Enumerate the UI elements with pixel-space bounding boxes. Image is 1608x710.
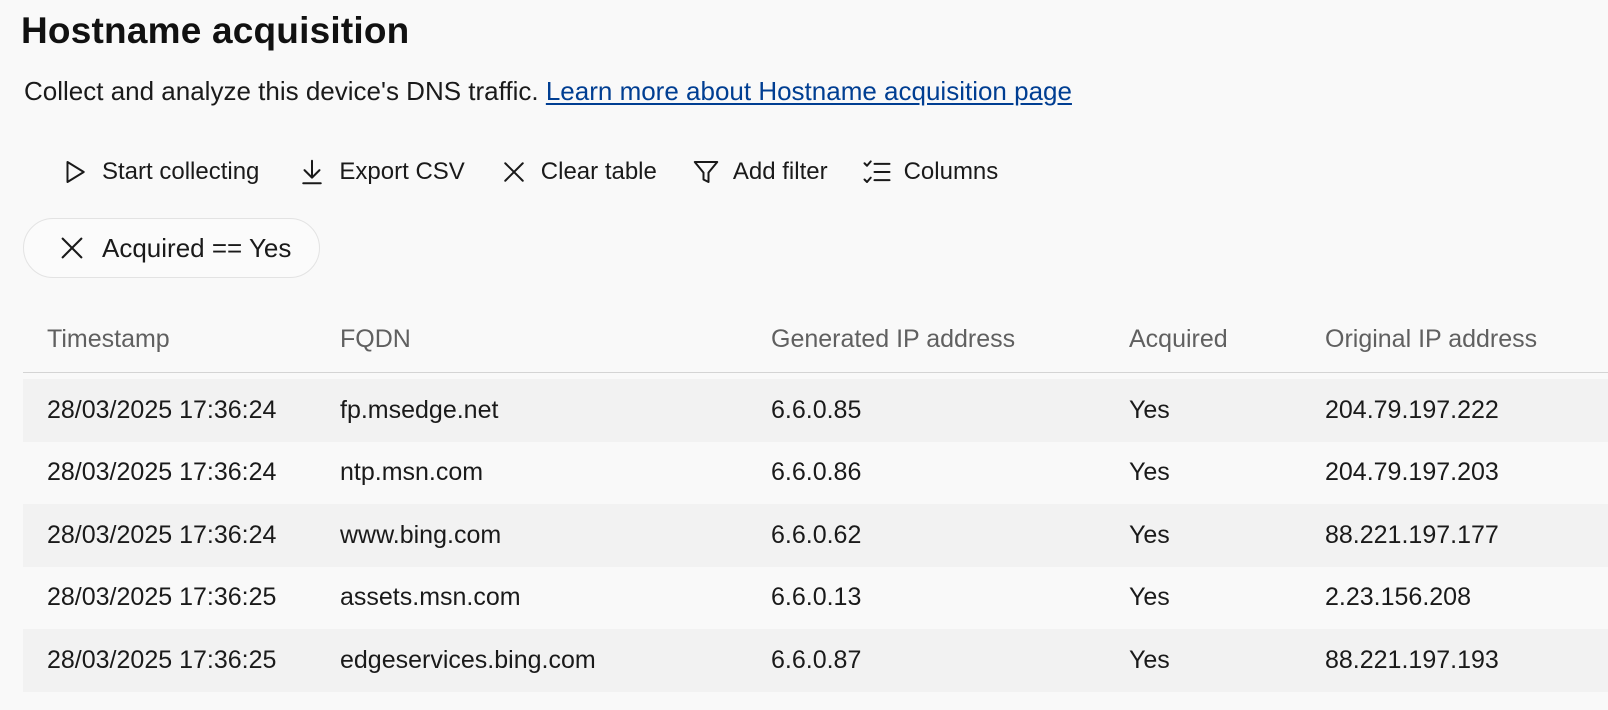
page-description: Collect and analyze this device's DNS tr… [24, 76, 1072, 107]
column-header-original-ip[interactable]: Original IP address [1325, 306, 1537, 372]
play-icon [58, 155, 92, 189]
page-title: Hostname acquisition [21, 10, 410, 51]
cell-generated-ip: 6.6.0.85 [771, 395, 862, 424]
start-collecting-button[interactable]: Start collecting [48, 150, 269, 194]
close-icon[interactable] [56, 232, 88, 264]
filter-chip-acquired[interactable]: Acquired == Yes [23, 218, 321, 278]
cell-original-ip: 204.79.197.203 [1325, 458, 1499, 487]
close-icon [497, 155, 531, 189]
cell-original-ip: 88.221.197.193 [1325, 645, 1499, 674]
cell-fqdn: ntp.msn.com [340, 458, 484, 487]
cell-timestamp: 28/03/2025 17:36:24 [47, 520, 277, 549]
add-filter-label: Add filter [732, 158, 828, 185]
cell-original-ip: 2.23.156.208 [1325, 583, 1471, 612]
cell-original-ip: 204.79.197.222 [1325, 395, 1499, 424]
cell-generated-ip: 6.6.0.13 [771, 583, 862, 612]
table-row[interactable]: 28/03/2025 17:36:25 assets.msn.com 6.6.0… [23, 566, 1608, 629]
cell-generated-ip: 6.6.0.62 [771, 520, 862, 549]
description-text: Collect and analyze this device's DNS tr… [24, 76, 539, 106]
export-csv-label: Export CSV [339, 158, 465, 185]
download-icon [295, 155, 329, 189]
cell-acquired: Yes [1129, 645, 1170, 674]
cell-timestamp: 28/03/2025 17:36:25 [47, 645, 277, 674]
export-csv-button[interactable]: Export CSV [285, 150, 474, 194]
cell-timestamp: 28/03/2025 17:36:24 [47, 458, 277, 487]
cell-timestamp: 28/03/2025 17:36:24 [47, 395, 277, 424]
table-header: Timestamp FQDN Generated IP address Acqu… [23, 306, 1608, 373]
cell-timestamp: 28/03/2025 17:36:25 [47, 583, 277, 612]
cell-fqdn: fp.msedge.net [340, 395, 499, 424]
table-row[interactable]: 28/03/2025 17:36:24 ntp.msn.com 6.6.0.86… [23, 441, 1608, 504]
clear-table-button[interactable]: Clear table [487, 150, 667, 194]
columns-button[interactable]: Columns [850, 150, 1009, 194]
table-body: 28/03/2025 17:36:24 fp.msedge.net 6.6.0.… [23, 379, 1608, 692]
add-filter-button[interactable]: Add filter [679, 150, 838, 194]
cell-fqdn: edgeservices.bing.com [340, 645, 596, 674]
start-collecting-label: Start collecting [102, 158, 260, 185]
cell-original-ip: 88.221.197.177 [1325, 520, 1499, 549]
table-row[interactable]: 28/03/2025 17:36:24 www.bing.com 6.6.0.6… [23, 504, 1608, 567]
cell-acquired: Yes [1129, 520, 1170, 549]
table-row[interactable]: 28/03/2025 17:36:25 edgeservices.bing.co… [23, 629, 1608, 692]
filter-icon [689, 155, 723, 189]
toolbar: Start collecting Export CSV Clear table … [48, 150, 1008, 194]
cell-generated-ip: 6.6.0.87 [771, 645, 862, 674]
cell-fqdn: www.bing.com [340, 520, 502, 549]
hostname-table: Timestamp FQDN Generated IP address Acqu… [23, 306, 1608, 692]
filter-chip-label: Acquired == Yes [102, 232, 292, 263]
cell-acquired: Yes [1129, 458, 1170, 487]
column-header-generated-ip[interactable]: Generated IP address [771, 306, 1015, 372]
column-header-timestamp[interactable]: Timestamp [47, 306, 170, 372]
clear-table-label: Clear table [540, 158, 657, 185]
learn-more-link[interactable]: Learn more about Hostname acquisition pa… [546, 76, 1072, 106]
cell-acquired: Yes [1129, 583, 1170, 612]
column-header-fqdn[interactable]: FQDN [340, 306, 411, 372]
cell-acquired: Yes [1129, 395, 1170, 424]
cell-generated-ip: 6.6.0.86 [771, 458, 862, 487]
column-header-acquired[interactable]: Acquired [1129, 306, 1228, 372]
table-row[interactable]: 28/03/2025 17:36:24 fp.msedge.net 6.6.0.… [23, 379, 1608, 442]
checklist-icon [860, 155, 894, 189]
columns-label: Columns [903, 158, 999, 185]
cell-fqdn: assets.msn.com [340, 583, 521, 612]
